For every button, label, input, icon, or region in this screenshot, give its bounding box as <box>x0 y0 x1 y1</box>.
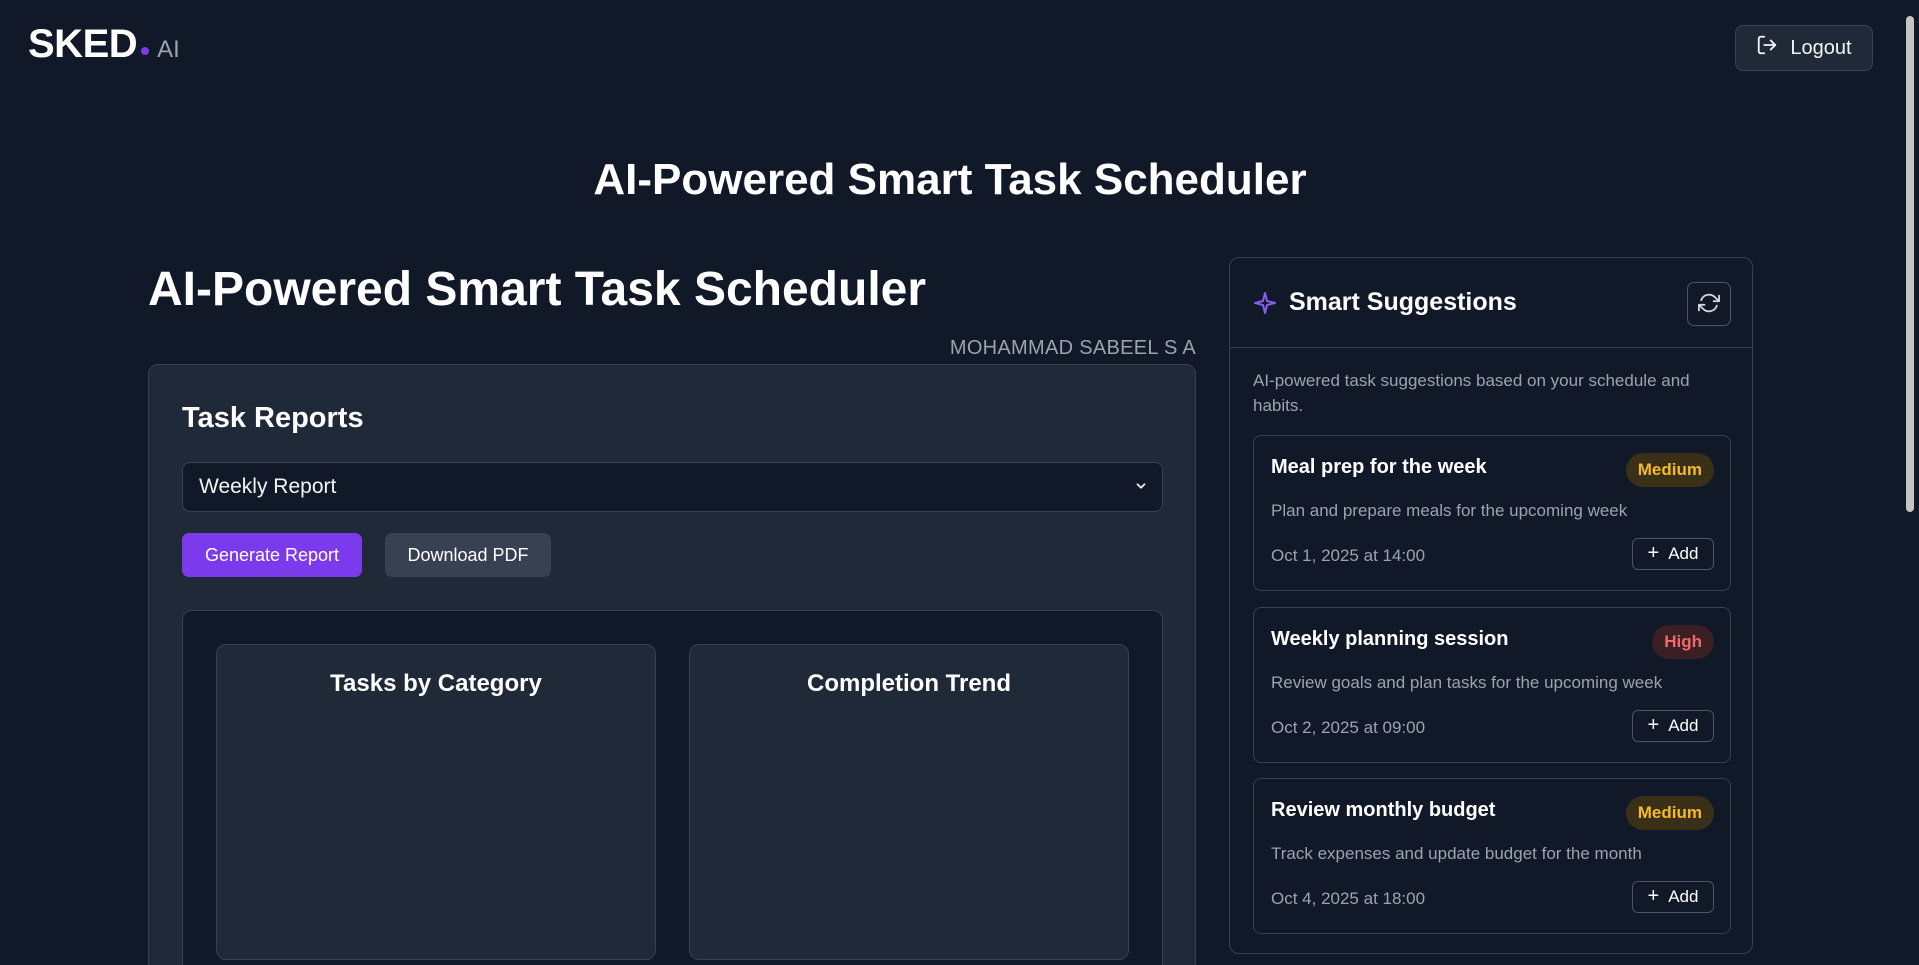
suggestions-header: Smart Suggestions <box>1230 258 1752 348</box>
completion-trend-chart: Completion Trend <box>689 644 1129 960</box>
suggestions-title: Smart Suggestions <box>1289 288 1517 316</box>
app-logo[interactable]: SKED AI <box>28 22 180 67</box>
suggestions-description: AI-powered task suggestions based on you… <box>1253 371 1690 415</box>
chevron-down-icon <box>1134 475 1148 499</box>
author-name: MOHAMMAD SABEEL S A <box>949 337 1196 359</box>
priority-badge: High <box>1652 625 1714 659</box>
plus-icon: + <box>1647 885 1660 907</box>
task-reports-title: Task Reports <box>182 402 364 434</box>
scrollbar-thumb[interactable] <box>1906 16 1914 512</box>
suggestion-card: Review monthly budget Medium Track expen… <box>1253 778 1731 934</box>
add-label: Add <box>1668 716 1699 735</box>
logout-label: Logout <box>1790 36 1852 59</box>
suggestion-date: Oct 2, 2025 at 09:00 <box>1271 718 1426 737</box>
suggestion-date: Oct 4, 2025 at 18:00 <box>1271 889 1426 908</box>
chart-title: Tasks by Category <box>330 670 542 697</box>
add-label: Add <box>1668 887 1699 906</box>
task-reports-card: Task Reports Weekly Report Generate Repo… <box>148 364 1196 965</box>
priority-badge: Medium <box>1625 796 1714 830</box>
logo-suffix: AI <box>157 36 180 63</box>
logout-button[interactable]: Logout <box>1735 25 1873 71</box>
add-suggestion-button[interactable]: + Add <box>1632 710 1714 742</box>
page-heading: AI-Powered Smart Task Scheduler <box>593 155 1307 204</box>
add-suggestion-button[interactable]: + Add <box>1632 538 1714 570</box>
chart-title: Completion Trend <box>807 670 1011 697</box>
refresh-suggestions-button[interactable] <box>1687 282 1731 326</box>
suggestion-title: Weekly planning session <box>1271 628 1509 650</box>
sparkle-icon <box>1253 291 1277 315</box>
suggestion-card: Meal prep for the week Medium Plan and p… <box>1253 435 1731 591</box>
suggestion-description: Review goals and plan tasks for the upco… <box>1271 673 1663 692</box>
report-type-select[interactable]: Weekly Report <box>182 462 1163 512</box>
add-suggestion-button[interactable]: + Add <box>1632 881 1714 913</box>
download-pdf-button[interactable]: Download PDF <box>385 533 551 577</box>
smart-suggestions-panel: Smart Suggestions AI-powered task sugges… <box>1229 257 1753 954</box>
report-type-value: Weekly Report <box>199 475 337 498</box>
logout-icon <box>1756 34 1778 62</box>
logo-text: SKED <box>28 22 138 66</box>
charts-container: Tasks by Category Completion Trend <box>182 610 1163 965</box>
plus-icon: + <box>1647 542 1660 564</box>
generate-report-button[interactable]: Generate Report <box>182 533 362 577</box>
suggestion-description: Plan and prepare meals for the upcoming … <box>1271 501 1628 520</box>
suggestion-description: Track expenses and update budget for the… <box>1271 844 1642 863</box>
suggestion-card: Weekly planning session High Review goal… <box>1253 607 1731 763</box>
priority-badge: Medium <box>1625 453 1714 487</box>
suggestion-title: Meal prep for the week <box>1271 456 1487 478</box>
suggestion-title: Review monthly budget <box>1271 799 1496 821</box>
tasks-by-category-chart: Tasks by Category <box>216 644 656 960</box>
add-label: Add <box>1668 544 1699 563</box>
logo-dot <box>141 47 150 55</box>
section-title: AI-Powered Smart Task Scheduler <box>148 263 927 316</box>
plus-icon: + <box>1647 714 1660 736</box>
refresh-icon <box>1698 292 1720 317</box>
suggestion-date: Oct 1, 2025 at 14:00 <box>1271 546 1426 565</box>
